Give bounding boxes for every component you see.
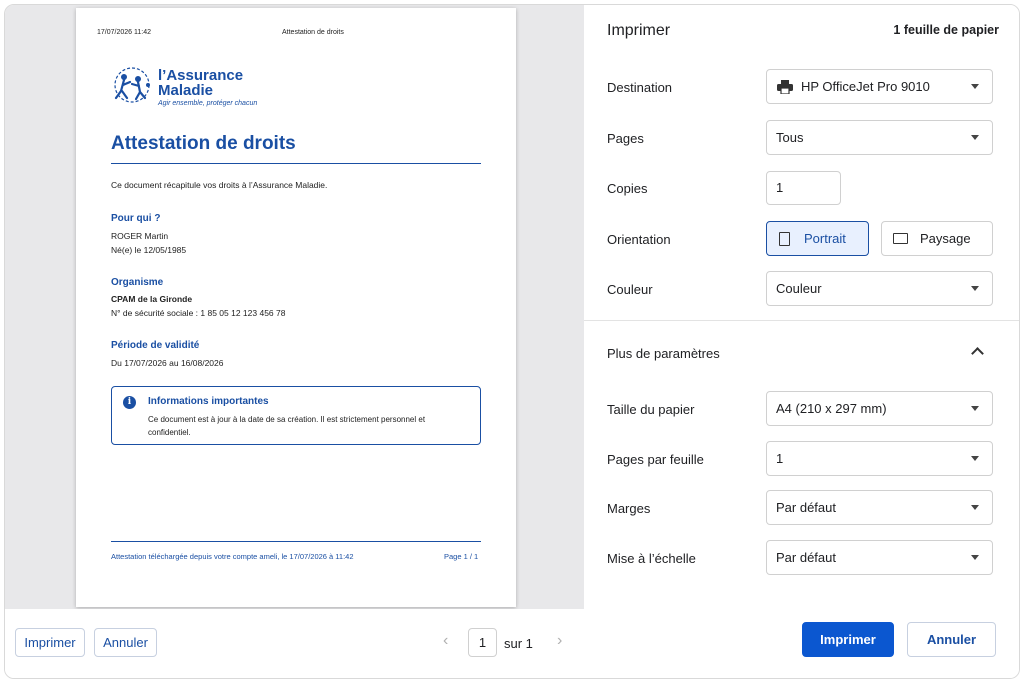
chevron-down-icon bbox=[971, 406, 979, 411]
header-date: 17/07/2026 11:42 bbox=[97, 29, 151, 36]
print-button[interactable]: Imprimer bbox=[802, 622, 894, 657]
print-button-secondary[interactable]: Imprimer bbox=[15, 628, 85, 657]
pages-per-sheet-select[interactable]: 1 bbox=[766, 441, 993, 476]
pages-select[interactable]: Tous bbox=[766, 120, 993, 155]
validity-period: Du 17/07/2026 au 16/08/2026 bbox=[111, 358, 224, 368]
settings-panel: Imprimer 1 feuille de papier Destination… bbox=[584, 5, 1019, 678]
page-number-input[interactable]: 1 bbox=[468, 628, 497, 657]
social-security-number: N° de sécurité sociale : 1 85 05 12 123 … bbox=[111, 308, 286, 318]
chevron-down-icon bbox=[971, 555, 979, 560]
previous-page-icon[interactable]: ‹ bbox=[443, 632, 448, 650]
preview-toolbar: Imprimer Annuler ‹ 1 sur 1 › bbox=[5, 609, 584, 678]
orientation-portrait-button[interactable]: Portrait bbox=[766, 221, 869, 256]
more-settings-label[interactable]: Plus de paramètres bbox=[607, 346, 720, 361]
chevron-up-icon[interactable] bbox=[971, 347, 984, 360]
cancel-button[interactable]: Annuler bbox=[907, 622, 996, 657]
section-who-title: Pour qui ? bbox=[111, 213, 161, 224]
scale-value: Par défaut bbox=[776, 550, 836, 565]
destination-select[interactable]: HP OfficeJet Pro 9010 bbox=[766, 69, 993, 104]
pages-per-sheet-value: 1 bbox=[776, 451, 784, 466]
copies-label: Copies bbox=[607, 181, 648, 196]
color-value: Couleur bbox=[776, 281, 822, 296]
printer-icon bbox=[777, 80, 793, 94]
print-preview: 17/07/2026 11:42 Attestation de droits l… bbox=[5, 5, 584, 609]
portrait-page-icon bbox=[779, 232, 790, 246]
margins-value: Par défaut bbox=[776, 500, 836, 515]
logo-text: l’Assurance Maladie bbox=[158, 67, 244, 99]
page-count: sur 1 bbox=[504, 636, 533, 651]
preview-page: 17/07/2026 11:42 Attestation de droits l… bbox=[76, 8, 516, 607]
chevron-down-icon bbox=[971, 456, 979, 461]
chevron-down-icon bbox=[971, 505, 979, 510]
chevron-down-icon bbox=[971, 84, 979, 89]
panel-title: Imprimer bbox=[607, 22, 671, 39]
section-validity-title: Période de validité bbox=[111, 340, 200, 351]
assurance-maladie-logo bbox=[114, 67, 150, 103]
logo-tagline: Agir ensemble, protéger chacun bbox=[158, 100, 258, 107]
sheet-count: 1 feuille de papier bbox=[893, 23, 999, 37]
color-select[interactable]: Couleur bbox=[766, 271, 993, 306]
destination-label: Destination bbox=[607, 80, 673, 95]
info-box: i Informations importantes Ce document e… bbox=[111, 386, 481, 445]
margins-label: Marges bbox=[607, 501, 651, 516]
print-dialog: 17/07/2026 11:42 Attestation de droits l… bbox=[4, 4, 1020, 679]
section-org-title: Organisme bbox=[111, 277, 164, 288]
cancel-button-secondary[interactable]: Annuler bbox=[94, 628, 157, 657]
chevron-down-icon bbox=[971, 286, 979, 291]
info-title: Informations importantes bbox=[148, 396, 269, 407]
info-icon: i bbox=[123, 396, 136, 409]
orientation-landscape-button[interactable]: Paysage bbox=[881, 221, 993, 256]
pages-value: Tous bbox=[776, 130, 804, 145]
paper-size-label: Taille du papier bbox=[607, 402, 695, 417]
destination-value: HP OfficeJet Pro 9010 bbox=[801, 79, 930, 94]
color-label: Couleur bbox=[607, 282, 653, 297]
intro-text: Ce document récapitule vos droits à l’As… bbox=[111, 180, 328, 190]
info-text: Ce document est à jour à la date de sa c… bbox=[148, 415, 426, 437]
footer-page-number: Page 1 / 1 bbox=[444, 552, 479, 561]
paper-size-select[interactable]: A4 (210 x 297 mm) bbox=[766, 391, 993, 426]
beneficiary-name: ROGER Martin bbox=[111, 231, 169, 241]
header-title: Attestation de droits bbox=[282, 29, 344, 36]
chevron-down-icon bbox=[971, 135, 979, 140]
footer-note: Attestation téléchargée depuis votre com… bbox=[111, 552, 354, 561]
orientation-label: Orientation bbox=[607, 232, 671, 247]
beneficiary-birth: Né(e) le 12/05/1985 bbox=[111, 245, 187, 255]
title-divider bbox=[111, 163, 481, 164]
document-title: Attestation de droits bbox=[111, 133, 296, 154]
section-divider bbox=[584, 320, 1019, 321]
margins-select[interactable]: Par défaut bbox=[766, 490, 993, 525]
landscape-page-icon bbox=[893, 233, 908, 244]
scale-label: Mise à l’échelle bbox=[607, 551, 696, 566]
scale-select[interactable]: Par défaut bbox=[766, 540, 993, 575]
copies-input[interactable]: 1 bbox=[766, 171, 841, 205]
pages-per-sheet-label: Pages par feuille bbox=[607, 452, 704, 467]
next-page-icon[interactable]: › bbox=[557, 632, 562, 650]
organism-name: CPAM de la Gironde bbox=[111, 294, 193, 304]
pages-label: Pages bbox=[607, 131, 644, 146]
paper-size-value: A4 (210 x 297 mm) bbox=[776, 401, 887, 416]
footer-divider bbox=[111, 541, 481, 542]
